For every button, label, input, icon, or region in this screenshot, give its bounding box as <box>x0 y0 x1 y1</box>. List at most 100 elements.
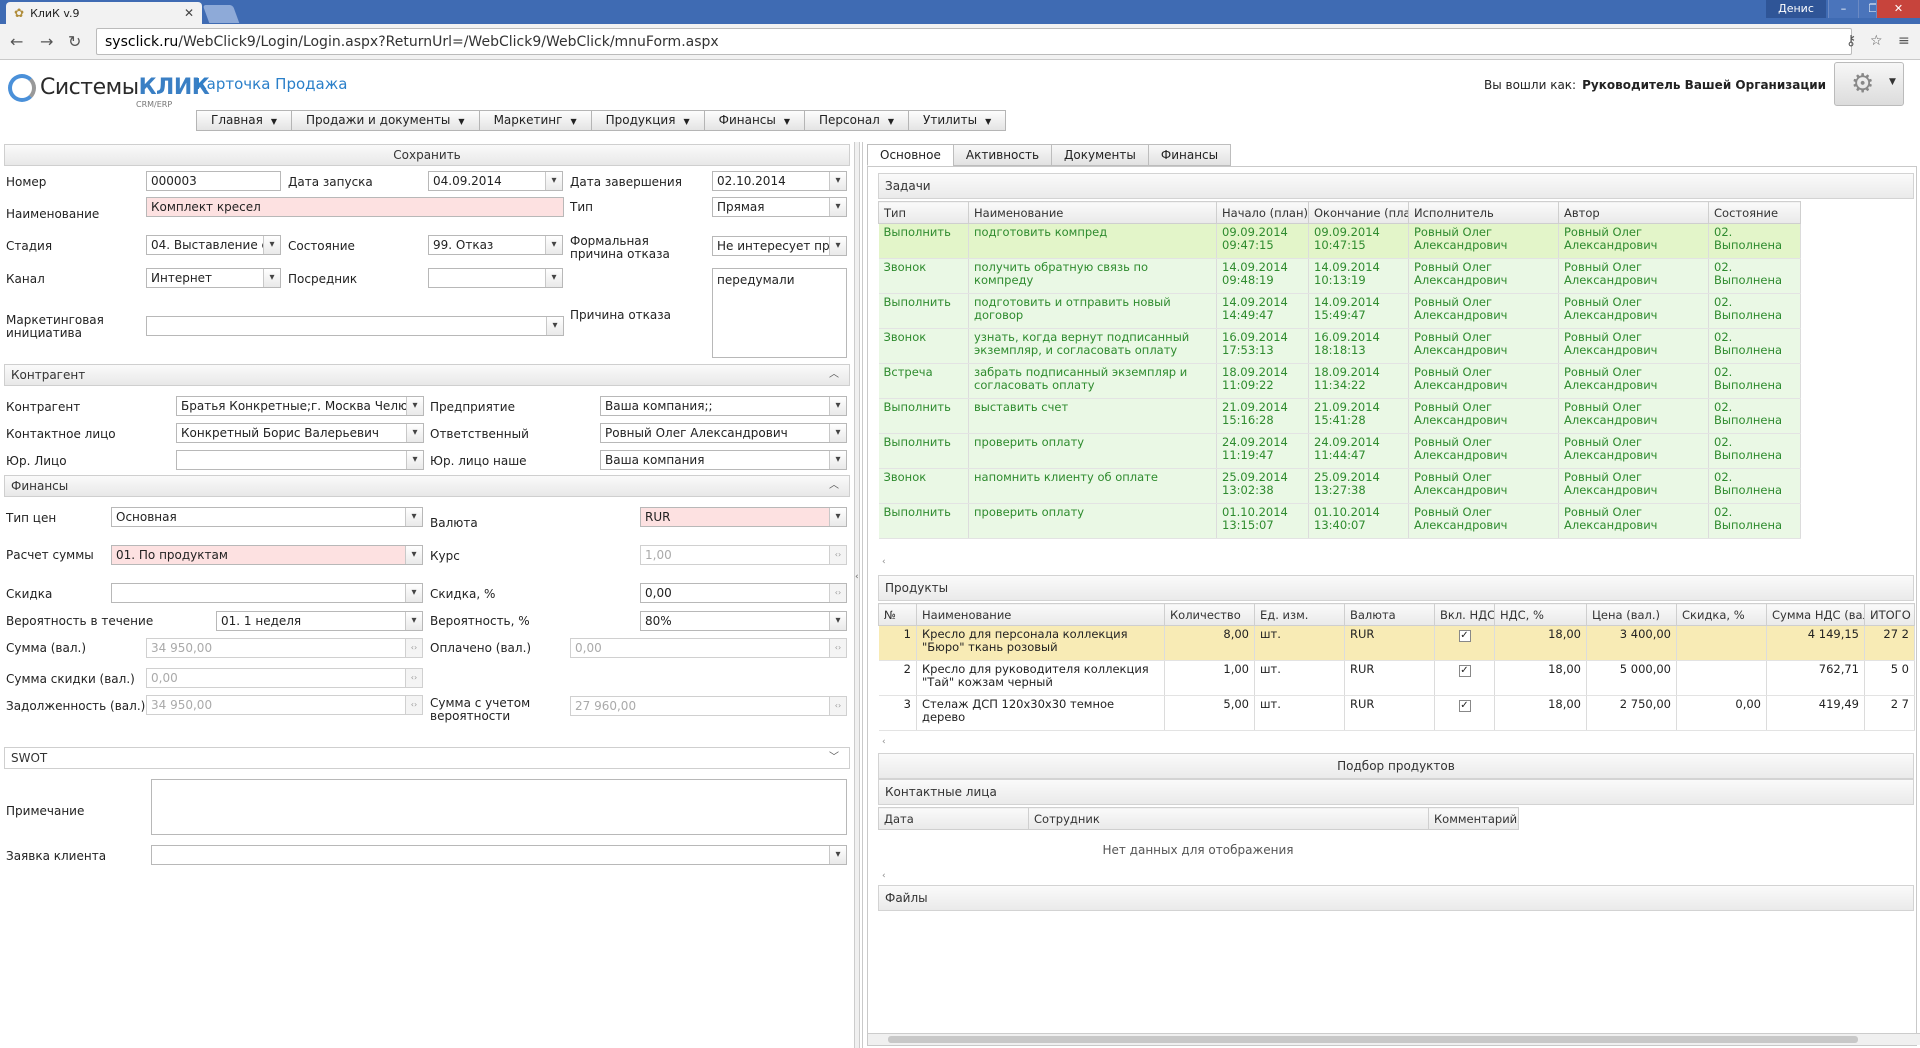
rate-field[interactable]: 1,00 <box>640 545 847 565</box>
discount-sum-field[interactable]: 0,00 <box>146 668 423 688</box>
mediator-select[interactable] <box>428 268 563 288</box>
menu-item-main[interactable]: Главная ▼ <box>197 111 292 130</box>
vat-checkbox[interactable]: ✓ <box>1458 700 1471 712</box>
close-tab-icon[interactable]: ✕ <box>184 6 194 20</box>
price-type-select[interactable]: Основная <box>111 507 423 527</box>
browser-user-badge[interactable]: Денис <box>1766 0 1826 18</box>
column-header[interactable]: Окончание (план) <box>1308 201 1409 224</box>
address-input[interactable]: sysclick.ru/WebClick9/Login/Login.aspx?R… <box>96 28 1852 55</box>
discount-pct-field[interactable]: 0,00 <box>640 583 847 603</box>
name-field[interactable]: Комплект кресел <box>146 197 564 217</box>
task-row[interactable]: Встреча забрать подписанный экземпляр и с… <box>878 363 1801 399</box>
menu-item-products[interactable]: Продукция ▼ <box>592 111 705 130</box>
menu-item-personnel[interactable]: Персонал ▼ <box>805 111 910 130</box>
column-header[interactable]: ИТОГО ( <box>1864 603 1915 626</box>
tab-finance[interactable]: Финансы <box>1147 144 1232 166</box>
forward-icon[interactable]: → <box>40 32 53 51</box>
column-header[interactable]: Автор <box>1558 201 1709 224</box>
tasks-scroll-left-icon[interactable]: ‹ <box>878 557 1914 571</box>
section-kontragent[interactable]: Контрагент ︿ <box>4 364 850 386</box>
currency-select[interactable]: RUR <box>640 507 847 527</box>
contacts-scroll-left-icon[interactable]: ‹ <box>878 871 1914 885</box>
vat-checkbox[interactable]: ✓ <box>1458 630 1471 642</box>
close-window-icon[interactable]: ✕ <box>1876 0 1920 18</box>
column-header[interactable]: Наименование <box>968 201 1217 224</box>
task-row[interactable]: Выполнить проверить оплату 24.09.2014 11:1… <box>878 433 1801 469</box>
vat-checkbox[interactable]: ✓ <box>1458 665 1471 677</box>
column-header[interactable]: № <box>878 603 917 626</box>
tab-main[interactable]: Основное <box>867 144 954 166</box>
column-header[interactable]: Ед. изм. <box>1254 603 1345 626</box>
probability-period-select[interactable]: 01. 1 неделя <box>216 611 423 631</box>
column-header[interactable]: Дата <box>878 807 1029 830</box>
product-row[interactable]: 2 Кресло для руководителя коллекция "Тай"… <box>878 660 1915 696</box>
start-date-field[interactable]: 04.09.2014 <box>428 171 563 191</box>
task-row[interactable]: Звонок напомнить клиенту об оплате 25.09.2… <box>878 468 1801 504</box>
column-header[interactable]: Тип <box>878 201 969 224</box>
discount-select[interactable] <box>111 583 423 603</box>
menu-item-marketing[interactable]: Маркетинг ▼ <box>480 111 592 130</box>
task-row[interactable]: Выполнить проверить оплату 01.10.2014 13:1… <box>878 503 1801 539</box>
task-row[interactable]: Звонок получить обратную связь по компред… <box>878 258 1801 294</box>
chevron-up-icon[interactable]: ︿ <box>829 365 839 385</box>
tab-documents[interactable]: Документы <box>1051 144 1149 166</box>
column-header[interactable]: Сумма НДС (вал.) <box>1766 603 1865 626</box>
column-header[interactable]: Комментарий <box>1428 807 1519 830</box>
sum-probability-field[interactable]: 27 960,00 <box>570 696 847 716</box>
state-select[interactable]: 99. Отказ <box>428 235 563 255</box>
column-header[interactable]: Валюта <box>1344 603 1435 626</box>
menu-item-sales[interactable]: Продажи и документы ▼ <box>292 111 480 130</box>
column-header[interactable]: Сотрудник <box>1028 807 1429 830</box>
stage-select[interactable]: 04. Выставление сч <box>146 235 281 255</box>
task-row[interactable]: Выполнить выставить счет 21.09.2014 15:16:… <box>878 398 1801 434</box>
column-header[interactable]: Скидка, % <box>1676 603 1767 626</box>
number-field[interactable]: 000003 <box>146 171 281 191</box>
contact-select[interactable]: Конкретный Борис Валерьевич <box>176 423 424 443</box>
bookmark-star-icon[interactable]: ☆ <box>1870 33 1883 49</box>
client-request-select[interactable] <box>151 845 847 865</box>
horizontal-scrollbar[interactable] <box>868 1033 1920 1045</box>
kontragent-select[interactable]: Братья Конкретные;г. Москва Челюск <box>176 396 424 416</box>
panel-splitter[interactable]: ‹ <box>854 142 860 1048</box>
chevron-up-icon[interactable]: ︿ <box>829 476 839 496</box>
our-legal-entity-select[interactable]: Ваша компания <box>600 450 847 470</box>
minimize-icon[interactable]: – <box>1828 0 1858 18</box>
section-finance[interactable]: Финансы ︿ <box>4 475 850 497</box>
column-header[interactable]: Количество <box>1164 603 1255 626</box>
debt-field[interactable]: 34 950,00 <box>146 695 423 715</box>
task-row[interactable]: Выполнить подготовить компред 09.09.2014 0… <box>878 223 1801 259</box>
probability-select[interactable]: 80% <box>640 611 847 631</box>
task-row[interactable]: Звонок узнать, когда вернут подписанный э… <box>878 328 1801 364</box>
formal-reason-select[interactable]: Не интересует пред <box>712 236 847 256</box>
column-header[interactable]: Наименование <box>916 603 1165 626</box>
collapse-arrow-icon[interactable]: ‹ <box>855 572 859 582</box>
column-header[interactable]: НДС, % <box>1494 603 1587 626</box>
column-header[interactable]: Начало (план) <box>1216 201 1309 224</box>
section-swot[interactable]: SWOT ﹀ <box>4 747 850 769</box>
channel-select[interactable]: Интернет <box>146 268 281 288</box>
pick-products-button[interactable]: Подбор продуктов <box>878 753 1914 779</box>
end-date-field[interactable]: 02.10.2014 <box>712 171 847 191</box>
menu-item-finance[interactable]: Финансы ▼ <box>705 111 806 130</box>
marketing-initiative-select[interactable] <box>146 316 564 336</box>
reason-textarea[interactable]: передумали <box>712 268 847 358</box>
save-button[interactable]: Сохранить <box>4 144 850 166</box>
tab-activity[interactable]: Активность <box>952 144 1053 166</box>
product-row[interactable]: 1 Кресло для персонала коллекция "Бюро" т… <box>878 625 1915 661</box>
column-header[interactable]: Цена (вал.) <box>1586 603 1677 626</box>
responsible-select[interactable]: Ровный Олег Александрович <box>600 423 847 443</box>
key-icon[interactable]: ⚷ <box>1846 33 1856 49</box>
paid-field[interactable]: 0,00 <box>570 638 847 658</box>
products-scroll-left-icon[interactable]: ‹ <box>878 737 1914 751</box>
product-row[interactable]: 3 Стелаж ДСП 120х30х30 темное дерево 5,00 ш… <box>878 695 1915 731</box>
new-tab-button[interactable] <box>202 5 240 23</box>
scrollbar-thumb[interactable] <box>888 1036 1858 1043</box>
task-row[interactable]: Выполнить подготовить и отправить новый д… <box>878 293 1801 329</box>
reload-icon[interactable]: ↻ <box>68 32 81 51</box>
calc-select[interactable]: 01. По продуктам <box>111 545 423 565</box>
browser-tab[interactable]: ✿ КлиК v.9 ✕ <box>6 2 202 24</box>
sum-field[interactable]: 34 950,00 <box>146 638 423 658</box>
settings-button[interactable]: ⚙ ▼ <box>1834 62 1904 106</box>
column-header[interactable]: Вкл. НДС <box>1434 603 1495 626</box>
chevron-down-icon[interactable]: ﹀ <box>829 748 839 768</box>
